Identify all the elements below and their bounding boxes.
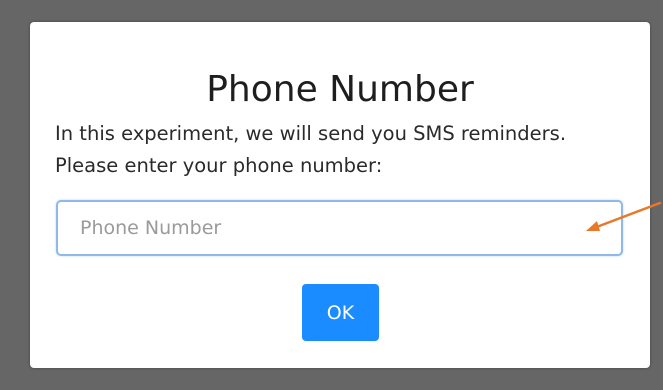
arrow-left-icon	[586, 201, 662, 231]
dialog-message: In this experiment, we will send you SMS…	[55, 122, 567, 177]
ok-button[interactable]: OK	[302, 284, 379, 341]
dialog-title: Phone Number	[206, 69, 474, 110]
phone-number-input[interactable]	[56, 200, 623, 256]
phone-number-dialog: Phone Number In this experiment, we will…	[30, 22, 650, 368]
